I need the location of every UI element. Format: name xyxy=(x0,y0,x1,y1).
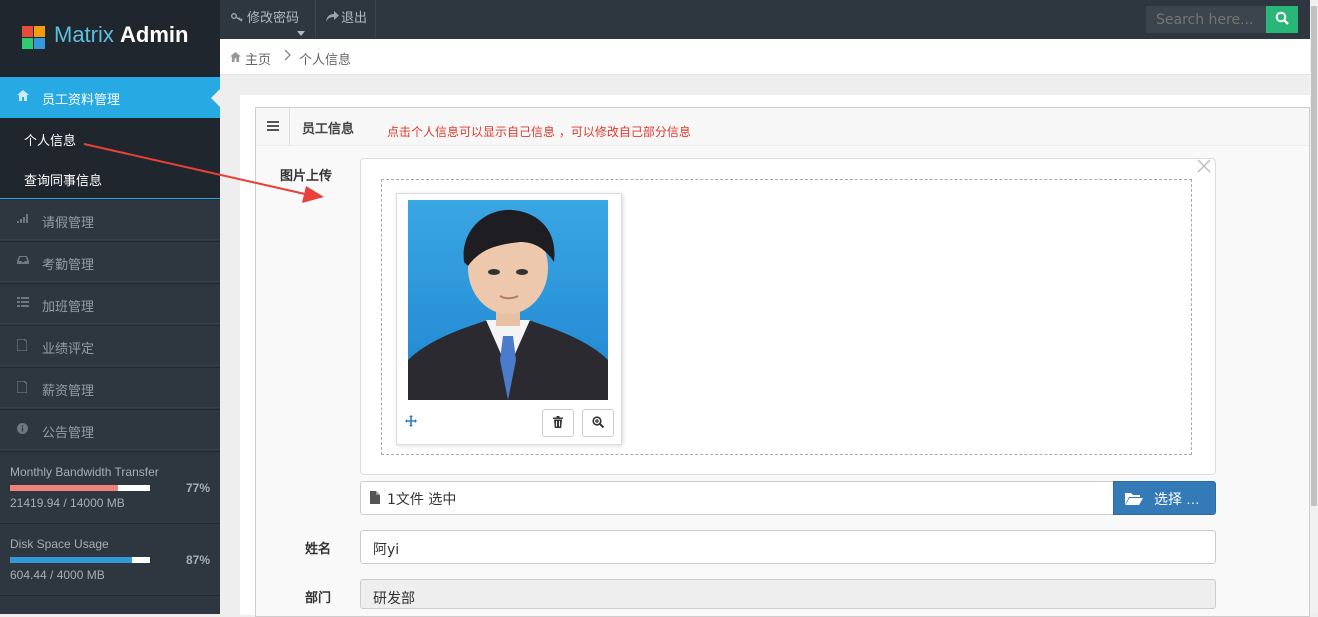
annotation-arrow xyxy=(83,143,324,203)
page-scrollbar[interactable] xyxy=(1310,0,1318,614)
scrollbar-thumb[interactable] xyxy=(1311,6,1317,506)
